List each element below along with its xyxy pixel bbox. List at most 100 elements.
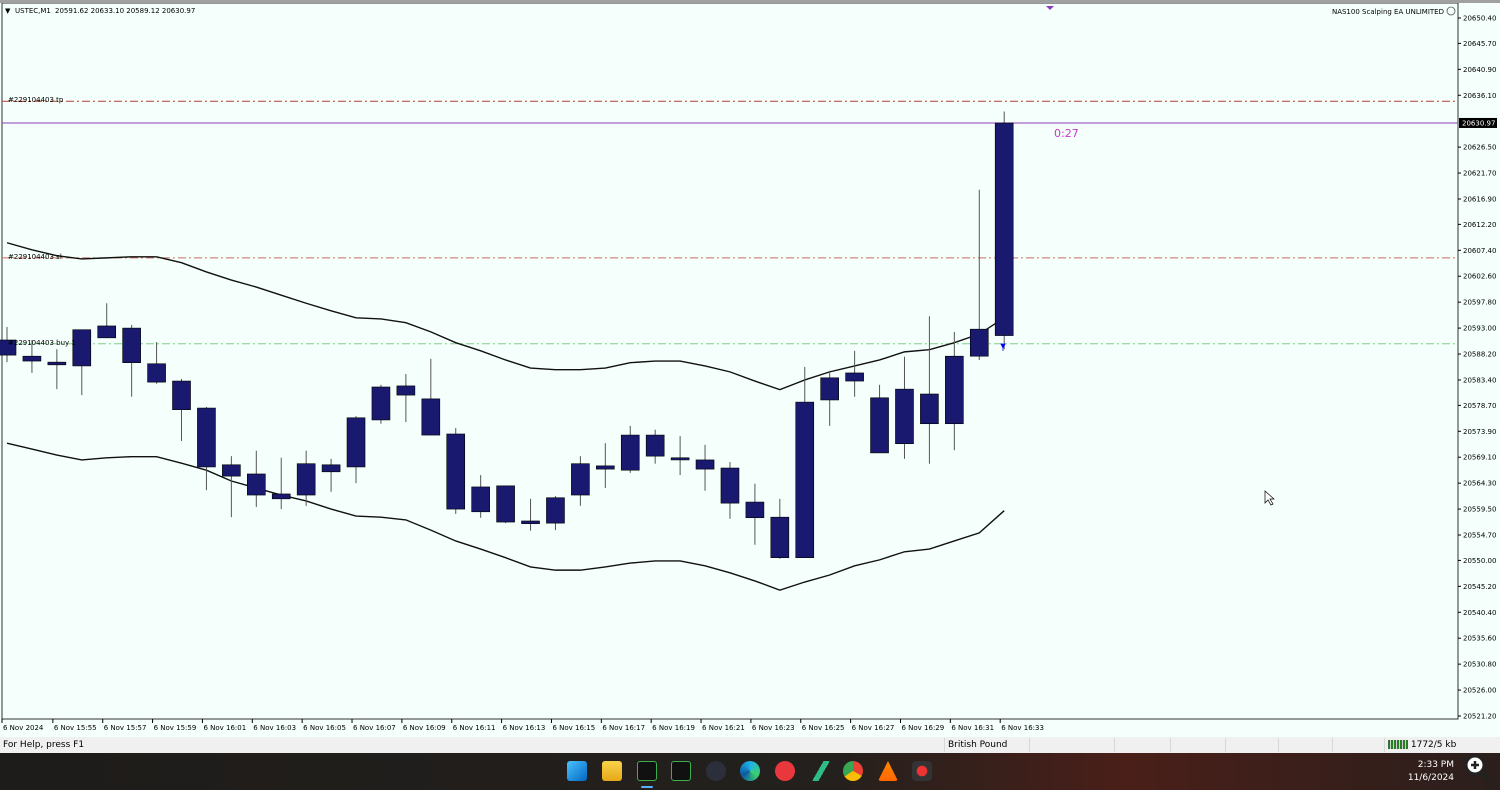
time-tick-label: 6 Nov 16:11 bbox=[453, 724, 496, 732]
candle-body bbox=[546, 497, 565, 524]
clock-date: 11/6/2024 bbox=[1407, 773, 1454, 783]
time-tick-label: 6 Nov 15:55 bbox=[54, 724, 97, 732]
candle-body bbox=[969, 328, 989, 357]
price-tick-label: 20597.80 bbox=[1463, 299, 1496, 307]
time-tick-label: 6 Nov 16:19 bbox=[652, 724, 695, 732]
candle-body bbox=[770, 516, 790, 559]
price-tick-label: 20650.40 bbox=[1463, 15, 1496, 23]
price-tick-label: 20535.60 bbox=[1463, 635, 1496, 643]
candle-body bbox=[421, 398, 441, 436]
candle-body bbox=[172, 380, 191, 410]
candle-body bbox=[72, 329, 92, 367]
price-tick-label: 20621.70 bbox=[1463, 170, 1496, 178]
taskbar: 2:33 PM 11/6/2024 bbox=[0, 753, 1500, 790]
candle-body bbox=[571, 463, 590, 496]
plot-area bbox=[1, 3, 1459, 720]
time-tick-label: 6 Nov 16:17 bbox=[602, 724, 645, 732]
chrome-icon[interactable] bbox=[843, 761, 863, 781]
chart-symbol: USTEC,M1 bbox=[15, 7, 51, 15]
candle-body bbox=[47, 361, 67, 366]
candle-body bbox=[396, 385, 416, 396]
status-bar: For Help, press F1 British Pound 1772/5 … bbox=[0, 737, 1500, 753]
time-tick-label: 6 Nov 16:09 bbox=[403, 724, 446, 732]
price-tick-label: 20616.90 bbox=[1463, 195, 1496, 203]
time-tick-label: 6 Nov 16:07 bbox=[353, 724, 396, 732]
windows-start-icon[interactable] bbox=[567, 761, 587, 781]
price-tick-label: 20626.50 bbox=[1463, 144, 1496, 152]
candle-body bbox=[845, 372, 864, 382]
status-traffic: 1772/5 kb bbox=[1384, 738, 1500, 752]
candle-body bbox=[122, 327, 141, 363]
metatrader-icon[interactable] bbox=[671, 761, 691, 781]
time-tick-label: 6 Nov 16:05 bbox=[303, 724, 346, 732]
candle-body bbox=[820, 377, 839, 401]
price-tick-label: 20526.00 bbox=[1463, 687, 1496, 695]
candle-body bbox=[97, 325, 117, 339]
price-tick-label: 20640.90 bbox=[1463, 66, 1496, 74]
price-tick-label: 20588.20 bbox=[1463, 351, 1496, 359]
price-tick-label: 20545.20 bbox=[1463, 583, 1496, 591]
time-tick-label: 6 Nov 16:23 bbox=[752, 724, 795, 732]
time-tick-label: 6 Nov 2024 bbox=[3, 724, 44, 732]
candle-body bbox=[371, 386, 391, 421]
candle-body bbox=[197, 407, 216, 468]
candle-body bbox=[271, 493, 291, 500]
tp-line-label: #229104403 tp bbox=[8, 96, 64, 104]
price-chart[interactable]: 20650.40 20645.70 20640.90 20636.10 20626.50… bbox=[0, 3, 1500, 737]
price-tick-label: 20602.60 bbox=[1463, 273, 1496, 281]
candle-body bbox=[521, 520, 540, 524]
time-tick-label: 6 Nov 16:21 bbox=[702, 724, 745, 732]
candle-body bbox=[620, 434, 640, 471]
candle-body bbox=[745, 501, 765, 519]
candle-body bbox=[446, 433, 466, 510]
time-tick-label: 6 Nov 16:27 bbox=[852, 724, 895, 732]
status-cell bbox=[1114, 738, 1170, 752]
time-tick-label: 6 Nov 16:29 bbox=[901, 724, 944, 732]
app-d-icon[interactable] bbox=[775, 761, 795, 781]
chart-window[interactable]: 20650.40 20645.70 20640.90 20636.10 20626.50… bbox=[0, 0, 1500, 737]
price-tick-label: 20559.50 bbox=[1463, 506, 1496, 514]
candle-body bbox=[795, 401, 815, 559]
clock-time: 2:33 PM bbox=[1417, 760, 1454, 770]
system-clock[interactable]: 2:33 PM 11/6/2024 bbox=[1408, 759, 1454, 785]
candle-body bbox=[22, 355, 42, 362]
time-tick-label: 6 Nov 16:31 bbox=[951, 724, 994, 732]
status-cell bbox=[1029, 738, 1114, 752]
symbol-dropdown-icon[interactable]: ▼ bbox=[5, 7, 11, 15]
vlc-icon[interactable] bbox=[878, 761, 898, 781]
edge-icon[interactable] bbox=[740, 761, 760, 781]
price-tick-label: 20645.70 bbox=[1463, 40, 1496, 48]
candle-body bbox=[670, 457, 690, 461]
price-tick-label: 20564.30 bbox=[1463, 480, 1496, 488]
price-tick-label: 20583.40 bbox=[1463, 376, 1496, 384]
price-tick-label: 20540.40 bbox=[1463, 609, 1496, 617]
price-tick-label: 20607.40 bbox=[1463, 247, 1496, 255]
price-tick-label: 20593.00 bbox=[1463, 325, 1496, 333]
file-explorer-icon[interactable] bbox=[602, 761, 622, 781]
time-tick-label: 6 Nov 16:15 bbox=[552, 724, 595, 732]
connection-bars-icon bbox=[1388, 740, 1408, 749]
price-tick-label: 20578.70 bbox=[1463, 402, 1496, 410]
status-cell bbox=[1170, 738, 1225, 752]
time-tick-label: 6 Nov 15:57 bbox=[104, 724, 147, 732]
active-app-indicator bbox=[641, 786, 653, 788]
sl-line-label: #229104403 sl bbox=[8, 253, 62, 261]
tradingview-icon[interactable] bbox=[811, 761, 831, 781]
bar-countdown: 0:27 bbox=[1054, 127, 1079, 140]
price-tick-label: 20612.20 bbox=[1463, 221, 1496, 229]
magnifier-icon[interactable] bbox=[1462, 753, 1492, 783]
status-account: British Pound bbox=[944, 738, 1029, 752]
candle-body bbox=[222, 464, 241, 477]
candle-body bbox=[994, 122, 1014, 336]
price-tick-label: 20521.20 bbox=[1463, 713, 1496, 721]
traffic-text: 1772/5 kb bbox=[1410, 740, 1457, 750]
metatrader-icon[interactable] bbox=[637, 761, 657, 781]
buy-line-label: #229104403 buy 1 bbox=[8, 339, 76, 347]
app-owl-icon[interactable] bbox=[706, 761, 726, 781]
candle-body bbox=[346, 417, 366, 468]
ea-label: NAS100 Scalping EA UNLIMITED bbox=[1332, 8, 1444, 16]
price-tick-label: 20530.80 bbox=[1463, 661, 1496, 669]
time-tick-label: 6 Nov 15:59 bbox=[154, 724, 197, 732]
candle-body bbox=[321, 464, 341, 473]
recorder-icon[interactable] bbox=[912, 761, 932, 781]
